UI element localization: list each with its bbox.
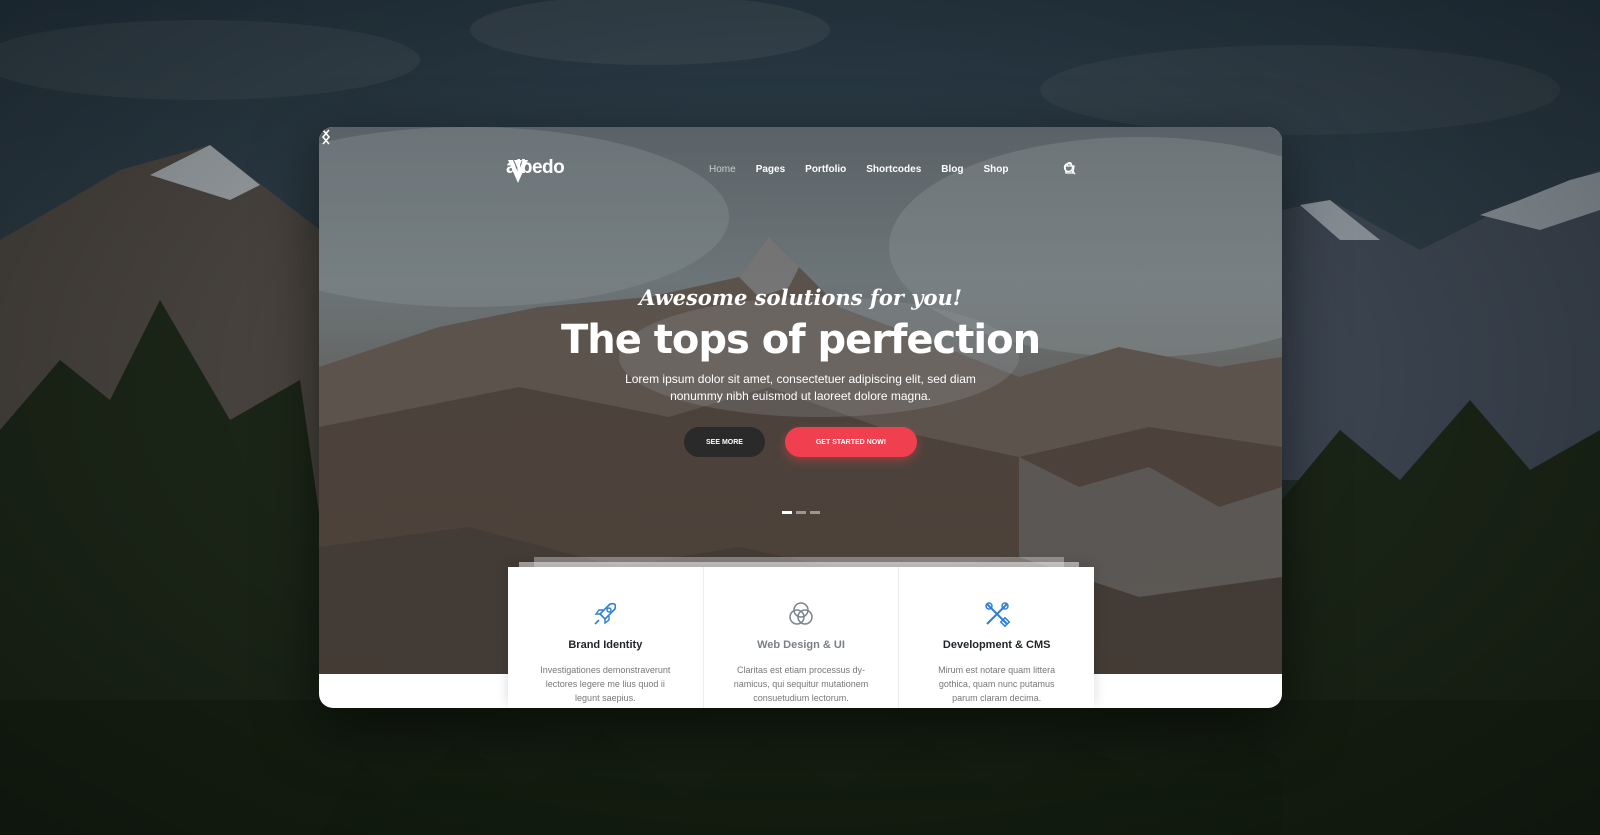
feature-text: Mirum est notare quam littera gothica, q… <box>938 665 1056 703</box>
feature-brand-identity: Brand Identity Investigationes demonstra… <box>508 567 704 708</box>
tools-icon <box>984 602 1010 628</box>
search-icon[interactable] <box>1063 162 1099 176</box>
feature-text: Investigationes demonstraverunt lectores… <box>540 665 671 703</box>
nav-item-shortcodes[interactable]: Shortcodes <box>866 164 921 175</box>
feature-text: Claritas est etiam processus dy- namicus… <box>733 665 869 703</box>
slider-dot-3[interactable] <box>810 511 820 514</box>
feature-web-design: Web Design & UI Claritas est etiam proce… <box>704 567 900 708</box>
website-preview-card: albedo Home Pages Portfolio Shortcodes B… <box>319 127 1282 708</box>
nav-utility-icons <box>1063 162 1099 176</box>
feature-title: Web Design & UI <box>757 639 845 651</box>
slider-next-arrow-icon[interactable] <box>319 127 333 147</box>
nav-item-blog[interactable]: Blog <box>941 164 963 175</box>
features-panel: Brand Identity Investigationes demonstra… <box>508 567 1094 708</box>
brand-logo[interactable]: albedo <box>506 157 565 183</box>
rocket-icon <box>594 602 617 625</box>
nav-item-shop[interactable]: Shop <box>984 164 1009 175</box>
see-more-button[interactable]: SEE MORE <box>684 427 765 457</box>
slider-pagination <box>782 511 820 514</box>
feature-development-cms: Development & CMS Mirum est notare quam … <box>899 567 1094 708</box>
nav-item-portfolio[interactable]: Portfolio <box>805 164 846 175</box>
hero-headline: The tops of perfection <box>560 317 1041 363</box>
nav-item-home[interactable]: Home <box>709 164 736 175</box>
feature-title: Development & CMS <box>942 639 1051 651</box>
hero-tagline: Awesome solutions for you! <box>639 285 962 310</box>
slider-dot-1[interactable] <box>782 511 792 514</box>
feature-title: Brand Identity <box>568 639 643 651</box>
get-started-button[interactable]: GET STARTED NOW! <box>785 427 917 457</box>
hero-description: Lorem ipsum dolor sit amet, consectetuer… <box>625 372 976 403</box>
main-navigation: Home Pages Portfolio Shortcodes Blog Sho… <box>709 164 1009 175</box>
logo-mark-icon <box>508 160 528 183</box>
slider-dot-2[interactable] <box>796 511 806 514</box>
nav-item-pages[interactable]: Pages <box>756 164 785 175</box>
circles-icon <box>789 602 813 625</box>
